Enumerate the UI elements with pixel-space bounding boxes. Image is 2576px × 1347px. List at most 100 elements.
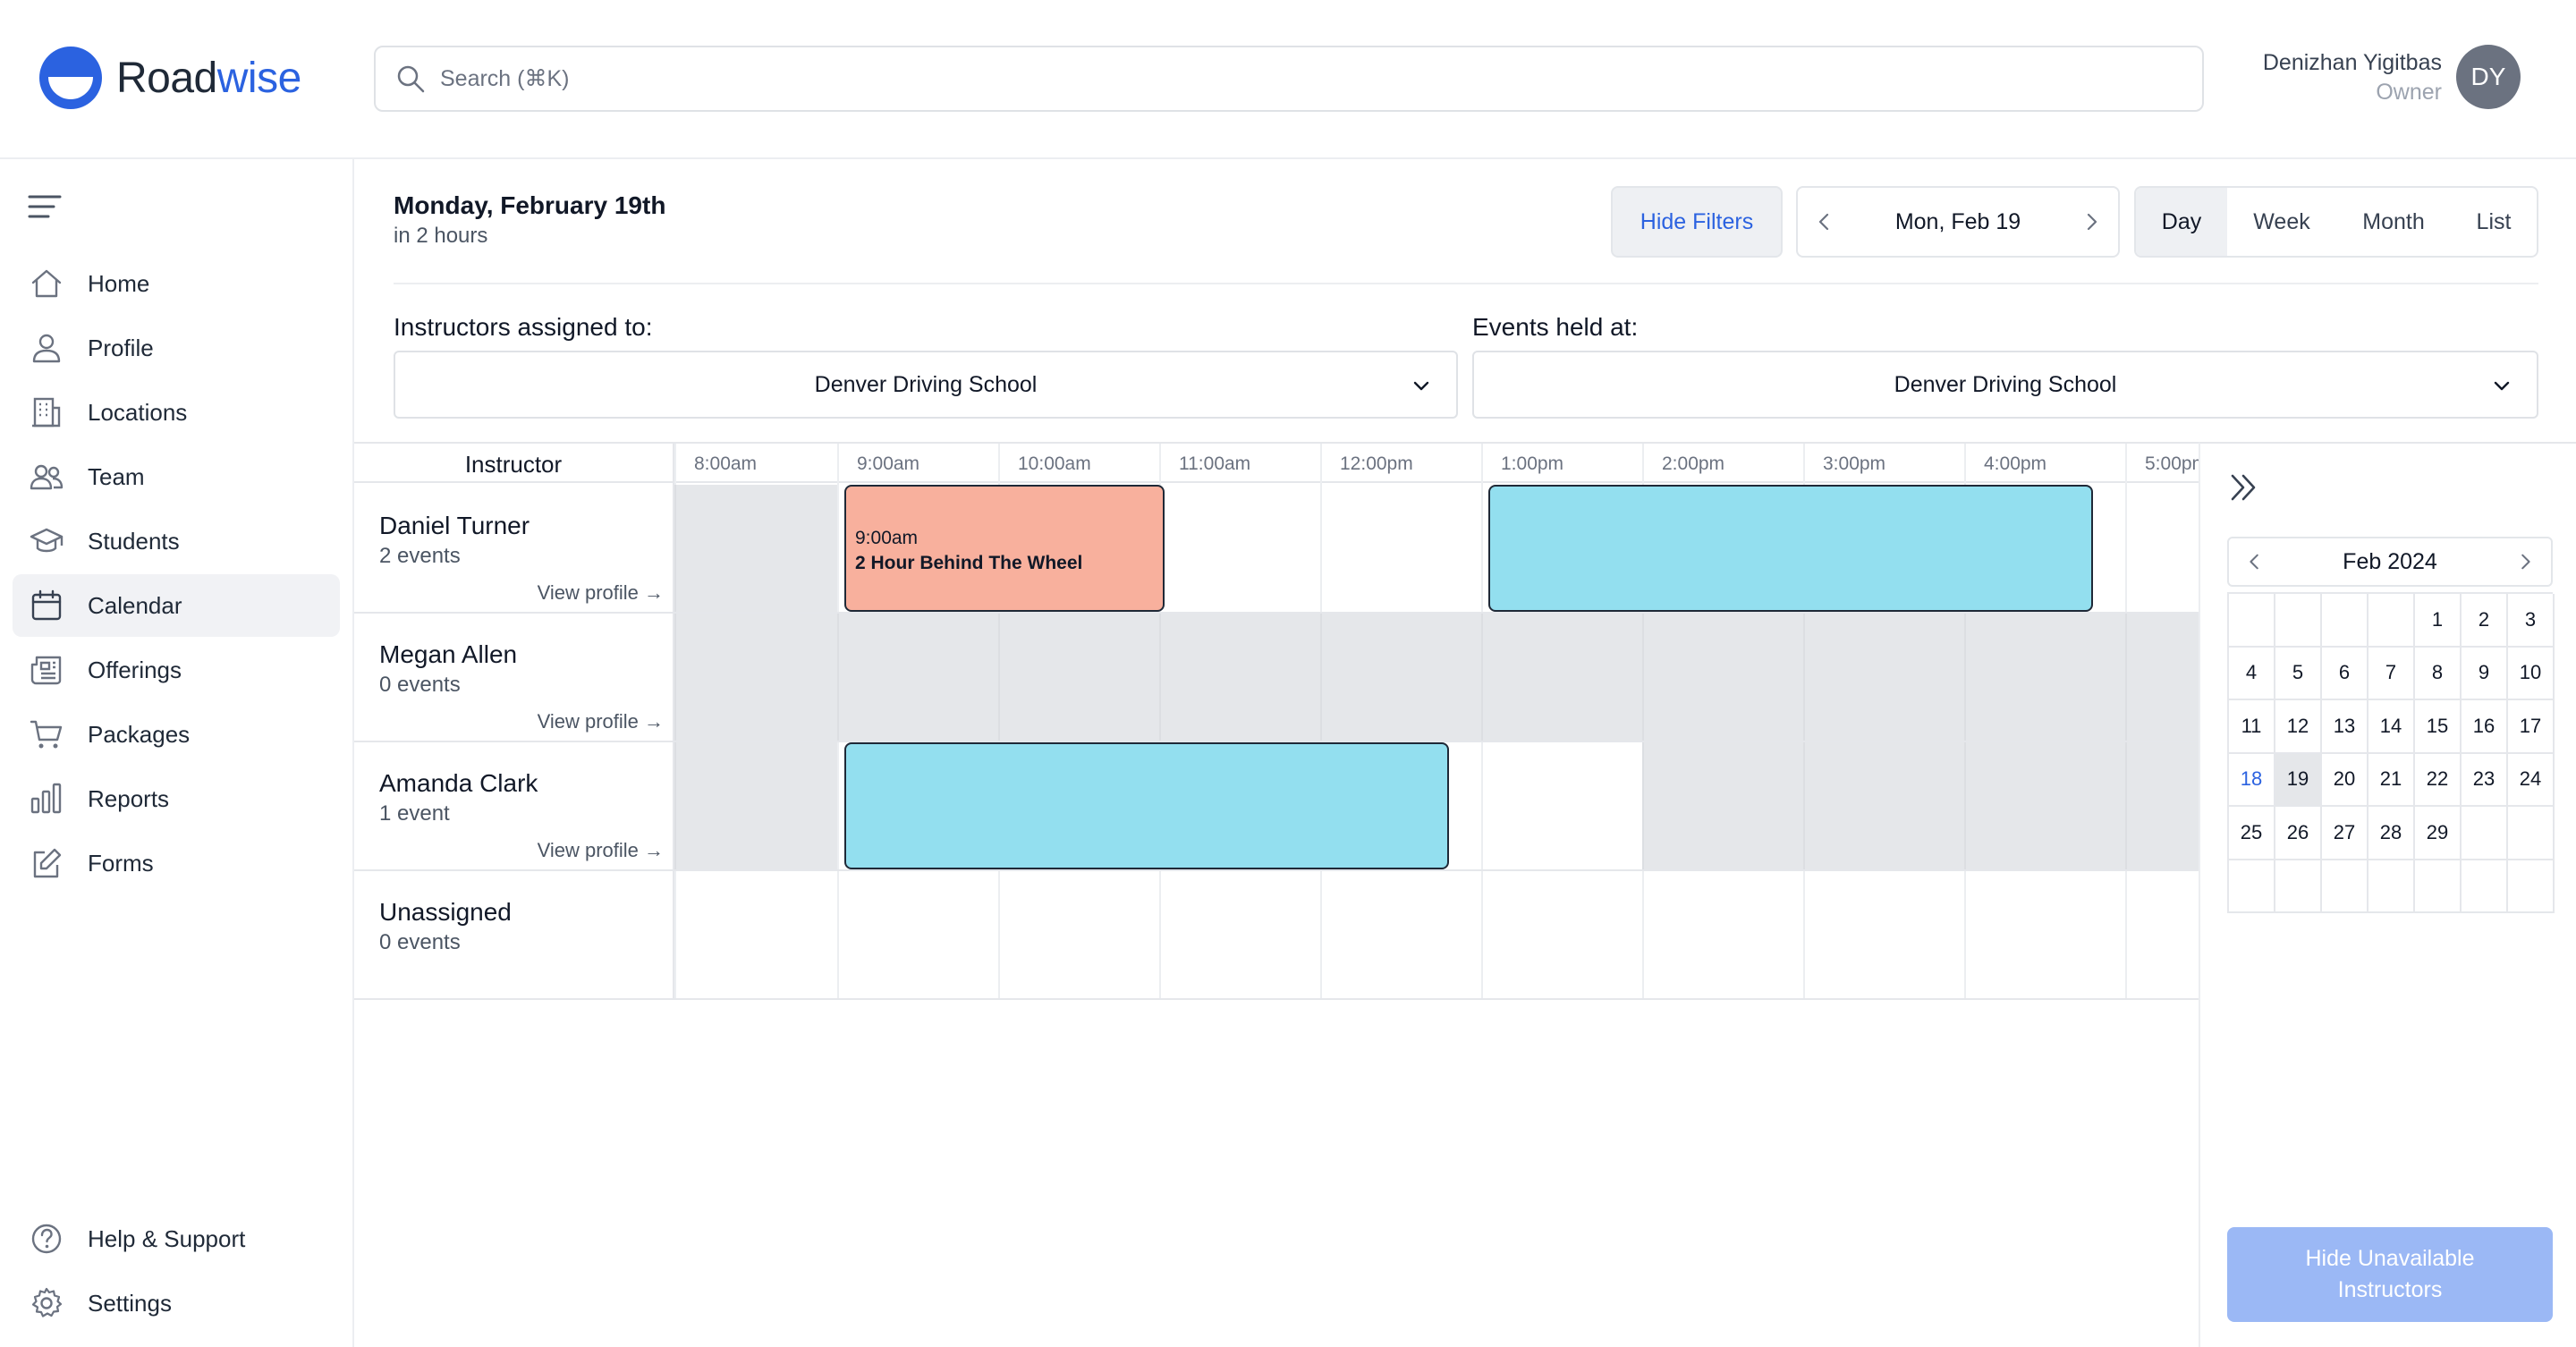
- sidebar-item-home[interactable]: Home: [13, 252, 340, 315]
- brand-logo[interactable]: Roadwise: [38, 45, 301, 111]
- calendar-day[interactable]: 29: [2415, 807, 2462, 860]
- calendar-day[interactable]: 12: [2275, 700, 2322, 754]
- time-slot[interactable]: [1320, 485, 1481, 612]
- time-slot[interactable]: [1803, 871, 1964, 998]
- time-slot[interactable]: [998, 871, 1159, 998]
- event-block[interactable]: [1488, 485, 2093, 612]
- sidebar-item-calendar[interactable]: Calendar: [13, 574, 340, 637]
- calendar-day[interactable]: 1: [2415, 594, 2462, 648]
- time-slot[interactable]: [1964, 871, 2125, 998]
- calendar-day[interactable]: 10: [2508, 647, 2555, 700]
- calendar-day[interactable]: 16: [2462, 700, 2508, 754]
- sidebar-item-settings[interactable]: Settings: [13, 1272, 340, 1334]
- time-slot[interactable]: [1320, 871, 1481, 998]
- time-slot-unavailable: [1642, 742, 1803, 869]
- time-slot[interactable]: [1159, 485, 1320, 612]
- time-slot[interactable]: [837, 871, 998, 998]
- menu-icon[interactable]: [27, 191, 63, 222]
- calendar-day[interactable]: 18: [2229, 753, 2275, 807]
- time-slot[interactable]: [674, 871, 837, 998]
- sidebar-item-students[interactable]: Students: [13, 510, 340, 572]
- user-role: Owner: [2376, 80, 2442, 105]
- avatar[interactable]: DY: [2456, 45, 2521, 109]
- chevron-right-icon[interactable]: [2515, 552, 2535, 572]
- chevron-left-icon[interactable]: [1814, 211, 1835, 233]
- sidebar-item-label: Calendar: [88, 591, 182, 619]
- hide-unavailable-instructors-button[interactable]: Hide Unavailable Instructors: [2227, 1227, 2553, 1322]
- calendar-day[interactable]: 8: [2415, 647, 2462, 700]
- event-block[interactable]: [844, 742, 1449, 869]
- sidebar-item-help[interactable]: Help & Support: [13, 1207, 340, 1270]
- time-slot-unavailable: [998, 614, 1159, 741]
- time-slot[interactable]: [2125, 485, 2199, 612]
- calendar-day[interactable]: 21: [2368, 753, 2415, 807]
- sidebar-item-locations[interactable]: Locations: [13, 381, 340, 444]
- instructors-filter-label: Instructors assigned to:: [394, 313, 653, 341]
- calendar-day[interactable]: 3: [2508, 594, 2555, 648]
- calendar-day[interactable]: 20: [2322, 753, 2368, 807]
- sidebar-item-label: Forms: [88, 849, 154, 877]
- view-month-button[interactable]: Month: [2336, 188, 2451, 256]
- calendar-day[interactable]: 28: [2368, 807, 2415, 860]
- view-week-button[interactable]: Week: [2227, 188, 2336, 256]
- calendar-day[interactable]: 9: [2462, 647, 2508, 700]
- calendar-day[interactable]: 14: [2368, 700, 2415, 754]
- search-bar[interactable]: [374, 46, 2204, 112]
- sidebar-item-packages[interactable]: Packages: [13, 703, 340, 766]
- calendar-day[interactable]: 22: [2415, 753, 2462, 807]
- calendar-day-empty: [2229, 860, 2275, 913]
- event-title: 2 Hour Behind The Wheel: [855, 553, 1083, 573]
- chevron-right-icon[interactable]: [2080, 211, 2102, 233]
- sidebar-item-team[interactable]: Team: [13, 445, 340, 508]
- calendar-day[interactable]: 13: [2322, 700, 2368, 754]
- mini-calendar-grid: 1 2 3 4 5 6 7 8 9 10 11 12 13 14 15 16 17 18 19 20 21 22 23 24 2…: [2227, 592, 2555, 913]
- calendar-day[interactable]: 17: [2508, 700, 2555, 754]
- view-profile-link[interactable]: View profile →: [538, 581, 664, 605]
- calendar-day[interactable]: 26: [2275, 807, 2322, 860]
- sidebar-item-offerings[interactable]: Offerings: [13, 639, 340, 701]
- sidebar-item-label: Home: [88, 269, 150, 297]
- calendar-day[interactable]: 24: [2508, 753, 2555, 807]
- time-slot[interactable]: [1481, 871, 1642, 998]
- hide-filters-button[interactable]: Hide Filters: [1611, 186, 1783, 258]
- view-list-button[interactable]: List: [2451, 188, 2537, 256]
- time-slot[interactable]: [1159, 871, 1320, 998]
- search-input[interactable]: [440, 65, 2140, 92]
- calendar-day[interactable]: 6: [2322, 647, 2368, 700]
- calendar-day[interactable]: 5: [2275, 647, 2322, 700]
- calendar-day[interactable]: 2: [2462, 594, 2508, 648]
- chevrons-right-icon[interactable]: [2227, 470, 2261, 504]
- calendar-day[interactable]: 15: [2415, 700, 2462, 754]
- time-slot[interactable]: [1481, 742, 1642, 869]
- calendar-day[interactable]: 7: [2368, 647, 2415, 700]
- sidebar-item-profile[interactable]: Profile: [13, 317, 340, 379]
- view-profile-link[interactable]: View profile →: [538, 710, 664, 733]
- time-slot-unavailable: [2125, 742, 2199, 869]
- view-day-button[interactable]: Day: [2136, 188, 2227, 256]
- calendar-day[interactable]: 19: [2275, 753, 2322, 807]
- search-icon: [397, 65, 425, 93]
- calendar-day[interactable]: 23: [2462, 753, 2508, 807]
- sidebar-item-reports[interactable]: Reports: [13, 767, 340, 830]
- chevron-left-icon[interactable]: [2245, 552, 2265, 572]
- date-navigator: Mon, Feb 19: [1796, 186, 2120, 258]
- user-menu[interactable]: Denizhan Yigitbas Owner DY: [2263, 45, 2521, 109]
- events-location-select[interactable]: Denver Driving School: [1472, 351, 2538, 419]
- page-title: Monday, February 19th: [394, 191, 666, 219]
- event-block[interactable]: 9:00am 2 Hour Behind The Wheel: [844, 485, 1165, 612]
- calendar-day[interactable]: 25: [2229, 807, 2275, 860]
- time-header: 9:00am: [837, 444, 998, 485]
- calendar-day[interactable]: 27: [2322, 807, 2368, 860]
- sidebar-item-forms[interactable]: Forms: [13, 832, 340, 894]
- current-date[interactable]: Mon, Feb 19: [1895, 209, 2021, 235]
- view-profile-link[interactable]: View profile →: [538, 839, 664, 862]
- calendar-day[interactable]: 11: [2229, 700, 2275, 754]
- calendar-day-empty: [2462, 807, 2508, 860]
- instructor-cell: Unassigned 0 events: [354, 871, 674, 998]
- instructors-select[interactable]: Denver Driving School: [394, 351, 1458, 419]
- time-slot[interactable]: [1642, 871, 1803, 998]
- time-slot[interactable]: [2125, 871, 2199, 998]
- time-slot-unavailable: [1803, 614, 1964, 741]
- events-filter-label: Events held at:: [1472, 313, 1639, 341]
- calendar-day[interactable]: 4: [2229, 647, 2275, 700]
